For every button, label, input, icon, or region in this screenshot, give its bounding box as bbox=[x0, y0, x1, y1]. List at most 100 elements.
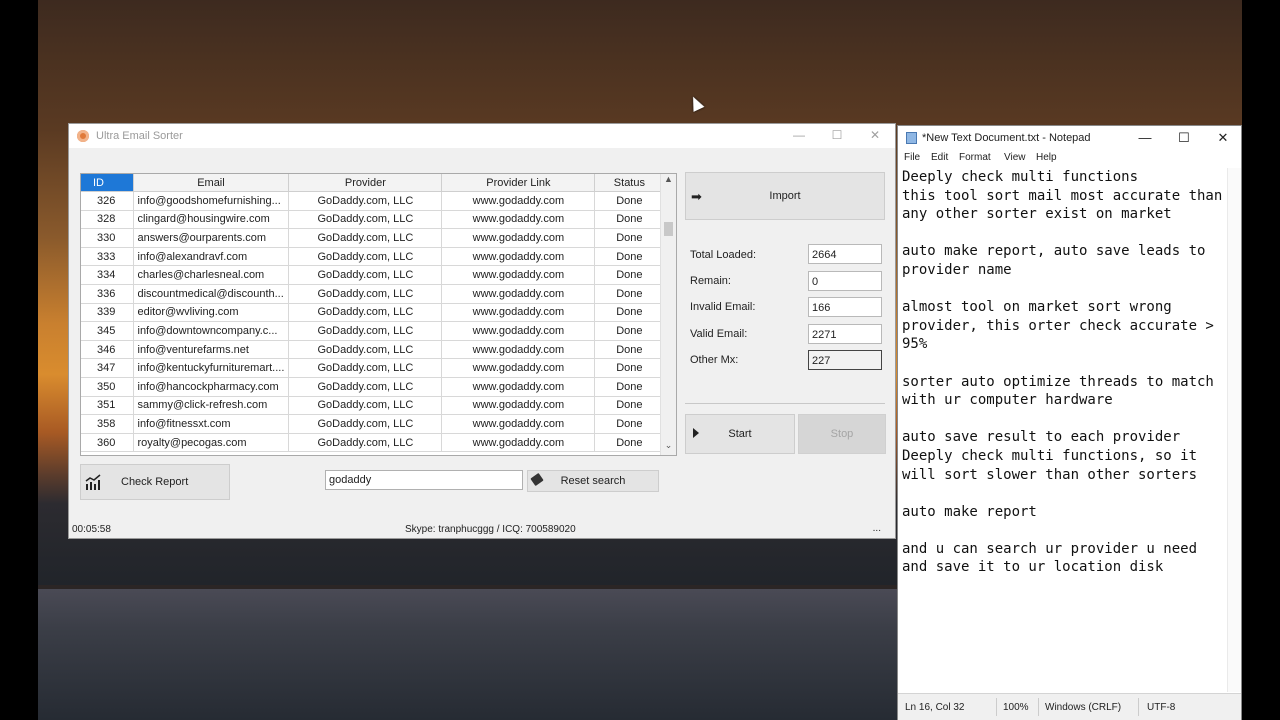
row-email[interactable]: info@goodshomefurnishing... bbox=[133, 191, 290, 211]
row-id[interactable]: 345 bbox=[81, 321, 134, 341]
row-status[interactable]: Done bbox=[594, 303, 665, 323]
column-header-id[interactable]: ID bbox=[81, 174, 134, 192]
app-titlebar[interactable]: Ultra Email Sorter — ☐ ✕ bbox=[69, 124, 895, 148]
row-id[interactable]: 336 bbox=[81, 284, 134, 304]
menu-edit[interactable]: Edit bbox=[931, 152, 948, 163]
table-row[interactable]: 350 info@hancockpharmacy.com GoDaddy.com, … bbox=[81, 377, 665, 397]
row-provider[interactable]: GoDaddy.com, LLC bbox=[288, 377, 443, 397]
row-provider-link[interactable]: www.godaddy.com bbox=[441, 191, 596, 211]
column-header-status[interactable]: Status bbox=[594, 174, 665, 192]
row-id[interactable]: 339 bbox=[81, 303, 134, 323]
remain-field[interactable]: 0 bbox=[808, 271, 882, 291]
column-header-email[interactable]: Email bbox=[133, 174, 290, 192]
row-provider-link[interactable]: www.godaddy.com bbox=[441, 303, 596, 323]
row-provider-link[interactable]: www.godaddy.com bbox=[441, 321, 596, 341]
scroll-up-icon[interactable]: ▲ bbox=[661, 174, 676, 189]
row-email[interactable]: info@venturefarms.net bbox=[133, 340, 290, 360]
start-button[interactable]: Start bbox=[685, 414, 795, 454]
row-email[interactable]: answers@ourparents.com bbox=[133, 228, 290, 248]
row-provider-link[interactable]: www.godaddy.com bbox=[441, 340, 596, 360]
row-email[interactable]: royalty@pecogas.com bbox=[133, 433, 290, 453]
row-id[interactable]: 358 bbox=[81, 414, 134, 434]
row-status[interactable]: Done bbox=[594, 265, 665, 285]
table-row[interactable]: 339 editor@wvliving.com GoDaddy.com, LLC ww… bbox=[81, 303, 665, 323]
table-row[interactable]: 351 sammy@click-refresh.com GoDaddy.com, L… bbox=[81, 396, 665, 416]
row-email[interactable]: clingard@housingwire.com bbox=[133, 210, 290, 230]
row-provider[interactable]: GoDaddy.com, LLC bbox=[288, 396, 443, 416]
row-status[interactable]: Done bbox=[594, 433, 665, 453]
row-provider-link[interactable]: www.godaddy.com bbox=[441, 433, 596, 453]
reset-search-button[interactable]: Reset search bbox=[527, 470, 659, 492]
row-status[interactable]: Done bbox=[594, 377, 665, 397]
table-row[interactable]: 330 answers@ourparents.com GoDaddy.com, LL… bbox=[81, 228, 665, 248]
column-header-provider-link[interactable]: Provider Link bbox=[441, 174, 596, 192]
other-mx-field[interactable]: 227 bbox=[808, 350, 882, 370]
row-provider-link[interactable]: www.godaddy.com bbox=[441, 396, 596, 416]
row-id[interactable]: 346 bbox=[81, 340, 134, 360]
row-provider-link[interactable]: www.godaddy.com bbox=[441, 358, 596, 378]
row-id[interactable]: 333 bbox=[81, 247, 134, 267]
table-row[interactable]: 346 info@venturefarms.net GoDaddy.com, LLC… bbox=[81, 340, 665, 360]
invalid-email-field[interactable]: 166 bbox=[808, 297, 882, 317]
row-status[interactable]: Done bbox=[594, 210, 665, 230]
row-provider-link[interactable]: www.godaddy.com bbox=[441, 228, 596, 248]
menu-view[interactable]: View bbox=[1004, 152, 1026, 163]
row-id[interactable]: 360 bbox=[81, 433, 134, 453]
notepad-minimize-button[interactable]: — bbox=[1135, 130, 1155, 145]
row-email[interactable]: charles@charlesneal.com bbox=[133, 265, 290, 285]
row-provider[interactable]: GoDaddy.com, LLC bbox=[288, 303, 443, 323]
table-row[interactable]: 347 info@kentuckyfurnituremart.... GoDaddy… bbox=[81, 358, 665, 378]
row-provider-link[interactable]: www.godaddy.com bbox=[441, 210, 596, 230]
menu-format[interactable]: Format bbox=[959, 152, 991, 163]
row-status[interactable]: Done bbox=[594, 228, 665, 248]
row-email[interactable]: editor@wvliving.com bbox=[133, 303, 290, 323]
maximize-button[interactable]: ☐ bbox=[829, 128, 845, 142]
stop-button[interactable]: Stop bbox=[798, 414, 886, 454]
row-status[interactable]: Done bbox=[594, 321, 665, 341]
row-status[interactable]: Done bbox=[594, 396, 665, 416]
row-status[interactable]: Done bbox=[594, 247, 665, 267]
valid-email-field[interactable]: 2271 bbox=[808, 324, 882, 344]
table-row[interactable]: 328 clingard@housingwire.com GoDaddy.com, … bbox=[81, 210, 665, 230]
row-id[interactable]: 326 bbox=[81, 191, 134, 211]
total-loaded-field[interactable]: 2664 bbox=[808, 244, 882, 264]
notepad-text-area[interactable]: Deeply check multi functions this tool s… bbox=[902, 168, 1227, 577]
row-provider[interactable]: GoDaddy.com, LLC bbox=[288, 265, 443, 285]
table-row[interactable]: 336 discountmedical@discounth... GoDaddy.c… bbox=[81, 284, 665, 304]
row-provider[interactable]: GoDaddy.com, LLC bbox=[288, 414, 443, 434]
row-email[interactable]: discountmedical@discounth... bbox=[133, 284, 290, 304]
row-provider[interactable]: GoDaddy.com, LLC bbox=[288, 247, 443, 267]
row-provider[interactable]: GoDaddy.com, LLC bbox=[288, 321, 443, 341]
notepad-maximize-button[interactable]: ☐ bbox=[1174, 130, 1194, 146]
row-provider[interactable]: GoDaddy.com, LLC bbox=[288, 340, 443, 360]
row-provider[interactable]: GoDaddy.com, LLC bbox=[288, 191, 443, 211]
row-provider[interactable]: GoDaddy.com, LLC bbox=[288, 210, 443, 230]
minimize-button[interactable]: — bbox=[791, 128, 807, 142]
menu-help[interactable]: Help bbox=[1036, 152, 1057, 163]
table-row[interactable]: 326 info@goodshomefurnishing... GoDaddy.co… bbox=[81, 191, 665, 211]
table-row[interactable]: 345 info@downtowncompany.c... GoDaddy.com,… bbox=[81, 321, 665, 341]
row-provider-link[interactable]: www.godaddy.com bbox=[441, 247, 596, 267]
scroll-down-icon[interactable]: ⌄ bbox=[661, 440, 676, 455]
row-email[interactable]: info@alexandravf.com bbox=[133, 247, 290, 267]
row-status[interactable]: Done bbox=[594, 340, 665, 360]
row-provider-link[interactable]: www.godaddy.com bbox=[441, 265, 596, 285]
email-grid[interactable]: ID Email Provider Provider Link Status 3… bbox=[80, 173, 677, 456]
table-row[interactable]: 360 royalty@pecogas.com GoDaddy.com, LLC ww… bbox=[81, 433, 665, 453]
row-id[interactable]: 330 bbox=[81, 228, 134, 248]
table-row[interactable]: 334 charles@charlesneal.com GoDaddy.com, L… bbox=[81, 265, 665, 285]
close-button[interactable]: ✕ bbox=[867, 128, 883, 142]
notepad-close-button[interactable]: ✕ bbox=[1213, 130, 1233, 146]
import-button[interactable]: ➡ Import bbox=[685, 172, 885, 220]
row-email[interactable]: info@downtowncompany.c... bbox=[133, 321, 290, 341]
row-provider-link[interactable]: www.godaddy.com bbox=[441, 284, 596, 304]
row-email[interactable]: info@fitnessxt.com bbox=[133, 414, 290, 434]
row-id[interactable]: 347 bbox=[81, 358, 134, 378]
column-header-provider[interactable]: Provider bbox=[288, 174, 443, 192]
row-provider[interactable]: GoDaddy.com, LLC bbox=[288, 228, 443, 248]
row-email[interactable]: info@kentuckyfurnituremart.... bbox=[133, 358, 290, 378]
search-input[interactable]: godaddy bbox=[325, 470, 523, 490]
row-email[interactable]: sammy@click-refresh.com bbox=[133, 396, 290, 416]
row-status[interactable]: Done bbox=[594, 358, 665, 378]
row-status[interactable]: Done bbox=[594, 414, 665, 434]
